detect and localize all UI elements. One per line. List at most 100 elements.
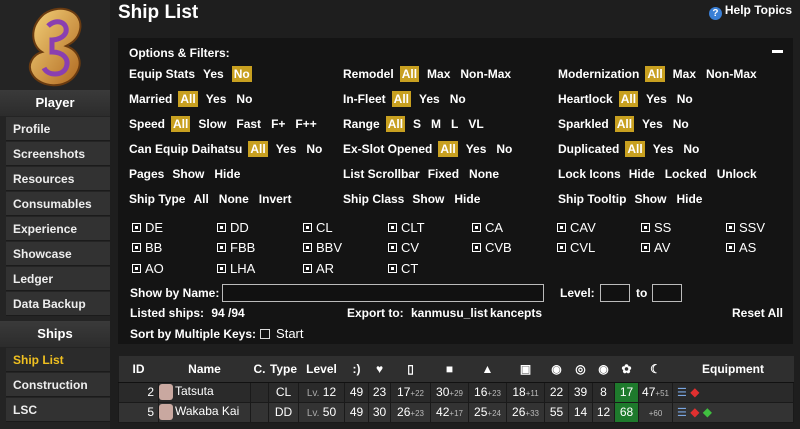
- filter-option-show[interactable]: Show: [410, 191, 446, 207]
- filter-option-no[interactable]: No: [681, 141, 701, 157]
- start-label[interactable]: Start: [276, 326, 303, 341]
- ship-type-checkbox[interactable]: [303, 223, 312, 232]
- export-kanmusu-list-link[interactable]: kanmusu_list: [411, 306, 488, 320]
- ship-type-lha[interactable]: LHA: [217, 261, 255, 276]
- filter-option-yes[interactable]: Yes: [651, 141, 676, 157]
- ship-type-ct[interactable]: CT: [388, 261, 418, 276]
- filter-option-l[interactable]: L: [449, 116, 460, 132]
- col-firepower-icon[interactable]: ▯: [390, 356, 431, 383]
- cell-name[interactable]: Wakaba Kai: [158, 401, 251, 423]
- filter-option-all[interactable]: All: [391, 91, 412, 107]
- filter-option-yes[interactable]: Yes: [204, 91, 229, 107]
- filter-option-yes[interactable]: Yes: [201, 66, 226, 82]
- equipment-list-icon[interactable]: ☰: [677, 407, 687, 419]
- filter-option-show[interactable]: Show: [632, 191, 668, 207]
- filter-option-fplus[interactable]: F+: [269, 116, 287, 132]
- site-logo[interactable]: [22, 4, 94, 90]
- ship-type-checkbox[interactable]: [641, 223, 650, 232]
- filter-option-fplusplus[interactable]: F++: [293, 116, 318, 132]
- filter-option-all[interactable]: All: [191, 191, 210, 207]
- filter-option-no[interactable]: No: [234, 91, 254, 107]
- filter-option-vl[interactable]: VL: [466, 116, 485, 132]
- filter-option-all[interactable]: All: [618, 91, 639, 107]
- filter-option-fixed[interactable]: Fixed: [426, 166, 461, 182]
- filter-option-max[interactable]: Max: [671, 66, 698, 82]
- filter-option-yes[interactable]: Yes: [417, 91, 442, 107]
- ship-type-de[interactable]: DE: [132, 220, 163, 235]
- ship-type-cvl[interactable]: CVL: [557, 240, 595, 255]
- export-kancepts-link[interactable]: kancepts: [490, 306, 542, 320]
- filter-option-all[interactable]: All: [385, 116, 406, 132]
- ship-type-checkbox[interactable]: [557, 243, 566, 252]
- filter-option-none[interactable]: None: [217, 191, 251, 207]
- filter-option-all[interactable]: All: [248, 141, 268, 157]
- level-from-input[interactable]: [600, 284, 630, 302]
- filter-option-all[interactable]: All: [438, 141, 458, 157]
- sidebar-item-experience[interactable]: Experience: [6, 217, 110, 241]
- minimize-icon[interactable]: [772, 50, 783, 53]
- ship-type-checkbox[interactable]: [217, 243, 226, 252]
- ship-type-checkbox[interactable]: [641, 243, 650, 252]
- col-hp-icon[interactable]: ♥: [368, 356, 391, 383]
- ship-type-ca[interactable]: CA: [472, 220, 503, 235]
- filter-option-invert[interactable]: Invert: [257, 191, 294, 207]
- col-los-icon[interactable]: ◉: [592, 356, 615, 383]
- filter-option-unlock[interactable]: Unlock: [715, 166, 759, 182]
- col-speed-icon[interactable]: ☾: [638, 356, 673, 383]
- ship-type-checkbox[interactable]: [472, 243, 481, 252]
- table-row[interactable]: 5 Wakaba Kai DD Lv. 50 49 30 26+23 42+17…: [118, 401, 794, 423]
- col-asw-icon[interactable]: ◉: [544, 356, 569, 383]
- ship-type-checkbox[interactable]: [132, 243, 141, 252]
- filter-option-all[interactable]: All: [399, 66, 420, 82]
- sidebar-item-ledger[interactable]: Ledger: [6, 267, 110, 291]
- sidebar-item-lsc[interactable]: LSC: [6, 398, 110, 422]
- ship-type-checkbox[interactable]: [132, 264, 141, 273]
- filter-option-non-max[interactable]: Non-Max: [704, 66, 759, 82]
- ship-type-as[interactable]: AS: [726, 240, 756, 255]
- reset-all-button[interactable]: Reset All: [732, 306, 783, 320]
- filter-option-hide[interactable]: Hide: [627, 166, 657, 182]
- col-torpedo-icon[interactable]: ■: [430, 356, 469, 383]
- cell-name[interactable]: Tatsuta: [158, 381, 251, 403]
- equipment-item-icon[interactable]: ◆: [703, 405, 712, 419]
- ship-type-checkbox[interactable]: [472, 223, 481, 232]
- filter-option-fast[interactable]: Fast: [234, 116, 263, 132]
- ship-type-cl[interactable]: CL: [303, 220, 333, 235]
- filter-option-non-max[interactable]: Non-Max: [458, 66, 513, 82]
- equipment-item-icon[interactable]: ◆: [690, 405, 699, 419]
- ship-type-ao[interactable]: AO: [132, 261, 164, 276]
- ship-type-checkbox[interactable]: [388, 264, 397, 273]
- ship-type-checkbox[interactable]: [388, 223, 397, 232]
- ship-type-dd[interactable]: DD: [217, 220, 249, 235]
- sidebar-item-construction[interactable]: Construction: [6, 373, 110, 397]
- col-level[interactable]: Level: [298, 356, 345, 383]
- table-row[interactable]: 2 Tatsuta CL Lv. 12 49 23 17+22 30+29 16…: [118, 381, 794, 403]
- equipment-list-icon[interactable]: ☰: [677, 387, 687, 399]
- ship-type-checkbox[interactable]: [726, 223, 735, 232]
- filter-option-all[interactable]: All: [625, 141, 645, 157]
- ship-type-checkbox[interactable]: [132, 223, 141, 232]
- ship-type-checkbox[interactable]: [217, 264, 226, 273]
- filter-option-yes[interactable]: Yes: [274, 141, 299, 157]
- ship-type-clt[interactable]: CLT: [388, 220, 425, 235]
- filter-option-all[interactable]: All: [645, 66, 665, 82]
- filter-option-no[interactable]: No: [304, 141, 324, 157]
- level-to-input[interactable]: [652, 284, 682, 302]
- ship-type-checkbox[interactable]: [303, 243, 312, 252]
- ship-type-ss[interactable]: SS: [641, 220, 671, 235]
- start-checkbox[interactable]: [260, 329, 271, 339]
- ship-type-checkbox[interactable]: [388, 243, 397, 252]
- col-evasion-icon[interactable]: ◎: [568, 356, 593, 383]
- col-luck-icon[interactable]: ✿: [614, 356, 639, 383]
- filter-option-slow[interactable]: Slow: [196, 116, 228, 132]
- ship-type-checkbox[interactable]: [726, 243, 735, 252]
- col-equipment[interactable]: Equipment: [672, 356, 794, 383]
- ship-type-cvb[interactable]: CVB: [472, 240, 512, 255]
- col-morale[interactable]: :): [344, 356, 369, 383]
- ship-type-checkbox[interactable]: [303, 264, 312, 273]
- equipment-item-icon[interactable]: ◆: [690, 385, 699, 399]
- filter-option-all[interactable]: All: [614, 116, 635, 132]
- col-id[interactable]: ID: [118, 356, 159, 383]
- filter-option-none[interactable]: None: [467, 166, 501, 182]
- col-class[interactable]: C.: [250, 356, 269, 383]
